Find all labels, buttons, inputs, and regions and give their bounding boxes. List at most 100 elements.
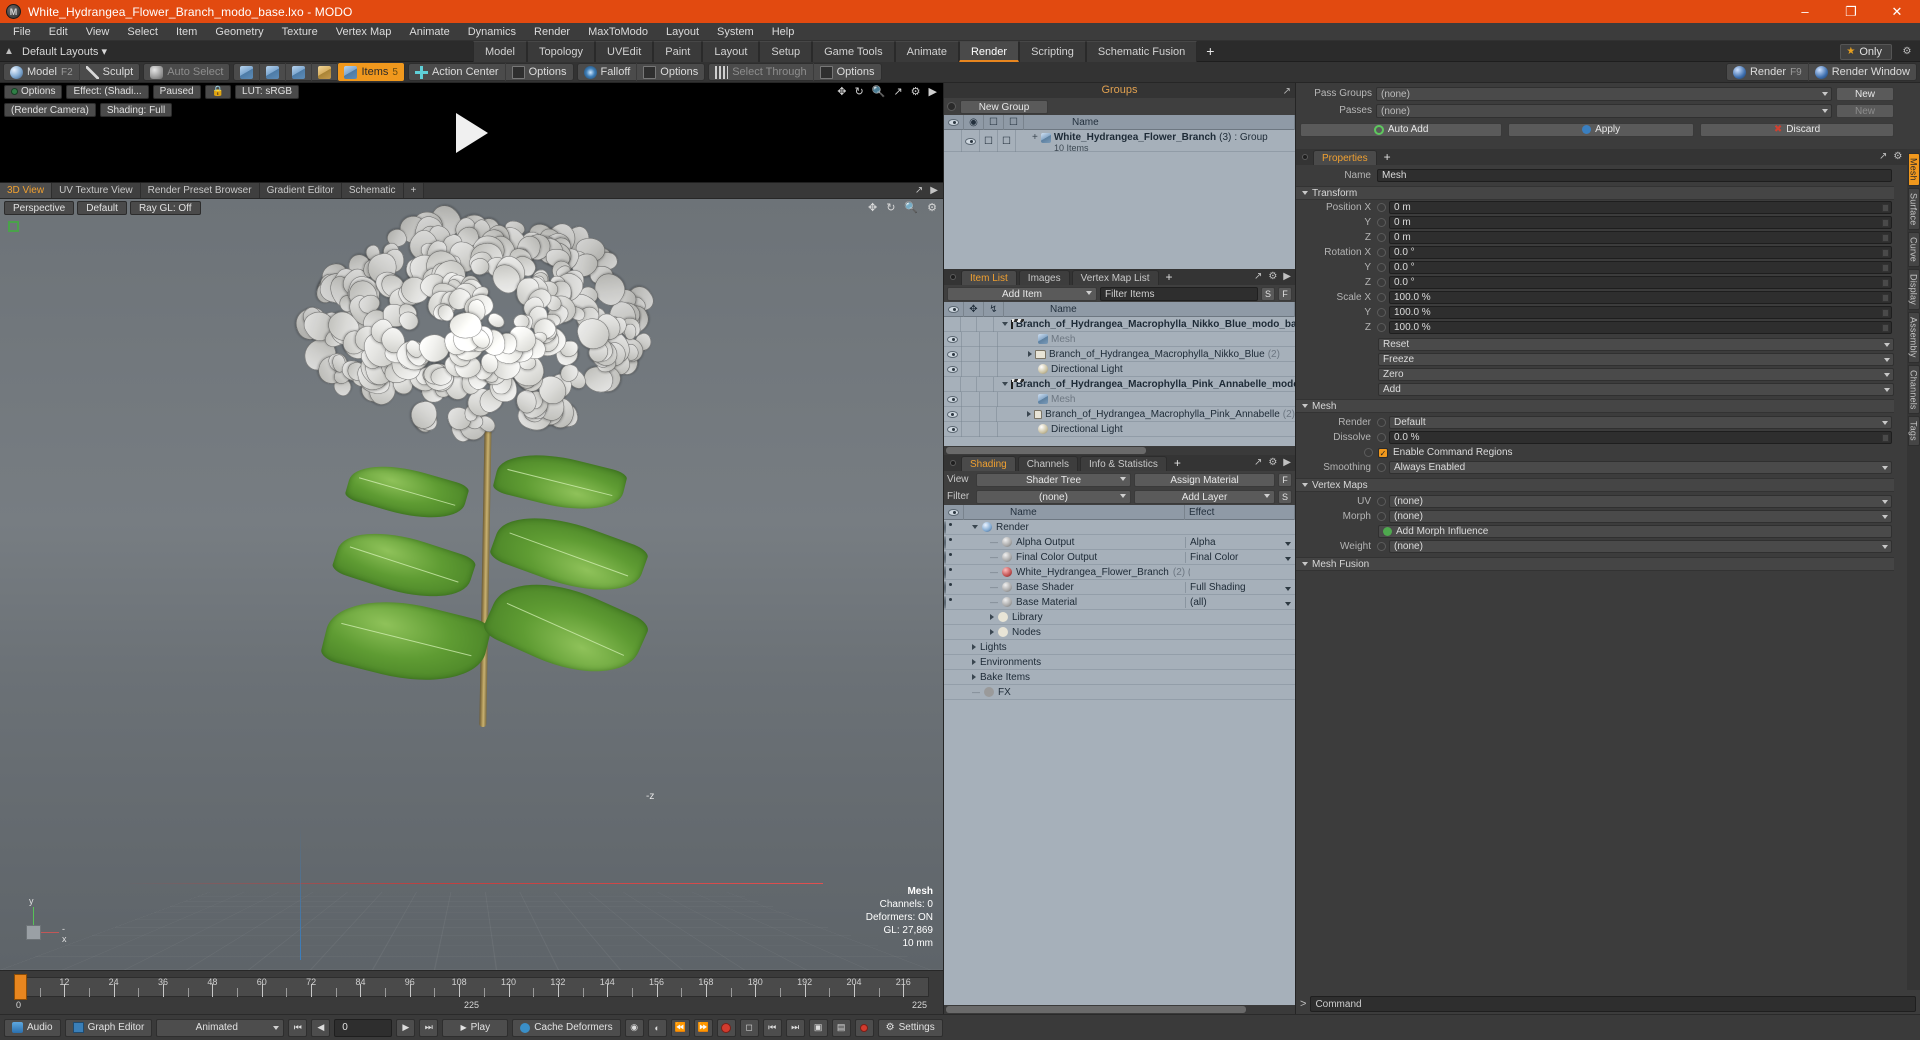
tab-vertex-map-list[interactable]: Vertex Map List [1071, 270, 1159, 285]
viewport-raygl-toggle[interactable]: Ray GL: Off [129, 201, 201, 215]
side-tab-assembly[interactable]: Assembly [1907, 312, 1920, 363]
item-row-move-cell[interactable] [962, 331, 980, 347]
menu-edit[interactable]: Edit [40, 23, 77, 41]
viewport-menu-icon[interactable]: ▶ [930, 185, 938, 196]
transform-row-input[interactable]: 0 m [1389, 231, 1892, 244]
rotate-icon[interactable]: ↻ [855, 85, 864, 98]
item-list-row[interactable]: Mesh [944, 391, 1295, 407]
passes-dropdown[interactable]: (none) [1376, 103, 1832, 118]
menu-view[interactable]: View [77, 23, 119, 41]
preview-effect-dropdown[interactable]: Effect: (Shadi... [66, 84, 149, 99]
group-row-cube1-cell[interactable]: ☐ [980, 130, 998, 152]
item-expand-icon[interactable] [1028, 351, 1032, 357]
render-window-button[interactable]: Render Window [1809, 63, 1916, 81]
shading-col-eye-icon[interactable] [944, 504, 964, 520]
transform-row-stepper-icon[interactable] [1882, 309, 1889, 317]
item-col-name[interactable]: Name [1004, 301, 1295, 317]
menu-render[interactable]: Render [525, 23, 579, 41]
cache-deformers-button[interactable]: Cache Deformers [512, 1018, 621, 1037]
tab-render[interactable]: Render [958, 41, 1020, 62]
preview-shading-dropdown[interactable]: Shading: Full [99, 103, 173, 117]
shading-col-name[interactable]: Name [964, 504, 1185, 520]
name-input[interactable]: Mesh [1377, 169, 1892, 182]
transform-row-stepper-icon[interactable] [1882, 249, 1889, 257]
key-next-button[interactable]: ⏩ [693, 1018, 713, 1037]
shader-tree-row[interactable]: — Final Color Output Final Color [944, 550, 1295, 565]
side-tab-mesh[interactable]: Mesh [1907, 153, 1920, 186]
tab-paint[interactable]: Paint [653, 41, 703, 62]
transform-section-header[interactable]: Transform [1296, 186, 1894, 200]
item-expand-icon[interactable] [1001, 322, 1008, 326]
transform-freeze-dropdown[interactable]: Freeze [1378, 353, 1894, 366]
add-item-button[interactable]: Add Item [947, 286, 1097, 301]
enable-command-regions-checkbox[interactable]: ✓ [1378, 447, 1388, 458]
preview-lut-dropdown[interactable]: LUT: sRGB [235, 84, 300, 99]
play-button[interactable]: ▶ Play [442, 1018, 509, 1037]
tab-properties[interactable]: Properties [1313, 150, 1377, 165]
menu-maxtomodo[interactable]: MaxToModo [579, 23, 657, 41]
shader-expand-icon[interactable] [972, 674, 976, 680]
graph-editor-button[interactable]: Graph Editor [64, 1018, 153, 1037]
item-list-row[interactable]: Branch_of_Hydrangea_Macrophylla_Pink_Ann… [944, 406, 1295, 422]
transform-row-dot-icon[interactable] [1377, 308, 1386, 317]
smoothing-dot-icon[interactable] [1377, 463, 1386, 472]
shader-row-eye-cell[interactable] [944, 565, 964, 579]
shader-expand-icon[interactable] [972, 525, 978, 529]
transform-row-input[interactable]: 0.0 ° [1389, 261, 1892, 274]
item-row-eye-cell[interactable] [944, 406, 962, 422]
transform-zero-dropdown[interactable]: Zero [1378, 368, 1894, 381]
item-row-eye-cell[interactable] [944, 391, 962, 407]
shader-row-effect-cell[interactable]: Full Shading [1185, 581, 1295, 593]
shader-tree-row[interactable]: — Base Shader Full Shading [944, 580, 1295, 595]
transform-row-stepper-icon[interactable] [1882, 294, 1889, 302]
shader-row-name-cell[interactable]: — Alpha Output [964, 537, 1185, 548]
shader-expand-icon[interactable] [990, 614, 994, 620]
mesh-section-header[interactable]: Mesh [1296, 399, 1894, 413]
item-row-axis-cell[interactable] [980, 421, 998, 437]
shader-row-eye-cell[interactable] [944, 580, 964, 594]
viewport-tab-render-preset-browser[interactable]: Render Preset Browser [140, 183, 260, 198]
shading-col-effect[interactable]: Effect [1185, 504, 1295, 520]
item-row-axis-cell[interactable] [977, 317, 994, 332]
viewport-tab-add-icon[interactable]: + [403, 183, 425, 198]
assign-f-button[interactable]: F [1278, 472, 1292, 487]
close-button[interactable]: ✕ [1874, 0, 1920, 23]
preview-lock-icon[interactable]: 🔒 [204, 84, 232, 99]
weight-dot-icon[interactable] [1377, 542, 1386, 551]
item-row-name-cell[interactable]: Branch_of_Hydrangea_Macrophylla_Nikko_Bl… [994, 318, 1295, 330]
item-row-axis-cell[interactable] [980, 361, 998, 377]
viewport-rotate-icon[interactable]: ↻ [886, 201, 895, 214]
shader-tree-row[interactable]: Environments [944, 655, 1295, 670]
shader-row-name-cell[interactable]: Render [964, 522, 1185, 533]
go-to-start-button[interactable]: ⏮ [288, 1018, 308, 1037]
shader-tree-dropdown[interactable]: Shader Tree [976, 472, 1131, 487]
shader-row-eye-cell[interactable] [944, 595, 964, 609]
item-row-move-cell[interactable] [962, 421, 980, 437]
uv-dot-icon[interactable] [1377, 497, 1386, 506]
passes-new-button[interactable]: New [1836, 103, 1894, 118]
maximize-button[interactable]: ❐ [1828, 0, 1874, 23]
mesh-dissolve-stepper-icon[interactable] [1882, 434, 1889, 442]
item-row-eye-cell[interactable] [944, 361, 962, 377]
viewport-tab-3d-view[interactable]: 3D View [0, 183, 53, 198]
item-row-axis-cell[interactable] [980, 346, 998, 362]
ghost-button[interactable]: ◉ [624, 1018, 644, 1037]
discard-button[interactable]: ✖ Discard [1700, 122, 1895, 137]
layout-home-icon[interactable]: ▲ [0, 46, 18, 57]
tab-item-list[interactable]: Item List [961, 270, 1017, 285]
shader-tree-row[interactable]: — White_Hydrangea_Flower_Branch (2) (... [944, 565, 1295, 580]
action-center-options-button[interactable]: Options [506, 63, 573, 81]
item-col-move-icon[interactable]: ✥ [964, 301, 984, 317]
timeline[interactable]: 12 24 36 48 60 72 84 96 108 120 132 144 156 168 180 192… [0, 970, 943, 1014]
menu-texture[interactable]: Texture [273, 23, 327, 41]
select-through-options-button[interactable]: Options [814, 63, 881, 81]
step-forward-button[interactable]: ▶ [396, 1018, 416, 1037]
shader-tree-row[interactable]: Nodes [944, 625, 1295, 640]
groups-maximize-icon[interactable]: ↗ [1283, 84, 1291, 99]
menu-item[interactable]: Item [167, 23, 206, 41]
item-row-name-cell[interactable]: Mesh [998, 394, 1075, 405]
tab-topology[interactable]: Topology [526, 41, 596, 62]
gear-icon[interactable]: ⚙ [1898, 46, 1916, 57]
item-list-row[interactable]: Branch_of_Hydrangea_Macrophylla_Nikko_Bl… [944, 346, 1295, 362]
timeline-playhead[interactable] [14, 974, 27, 1000]
